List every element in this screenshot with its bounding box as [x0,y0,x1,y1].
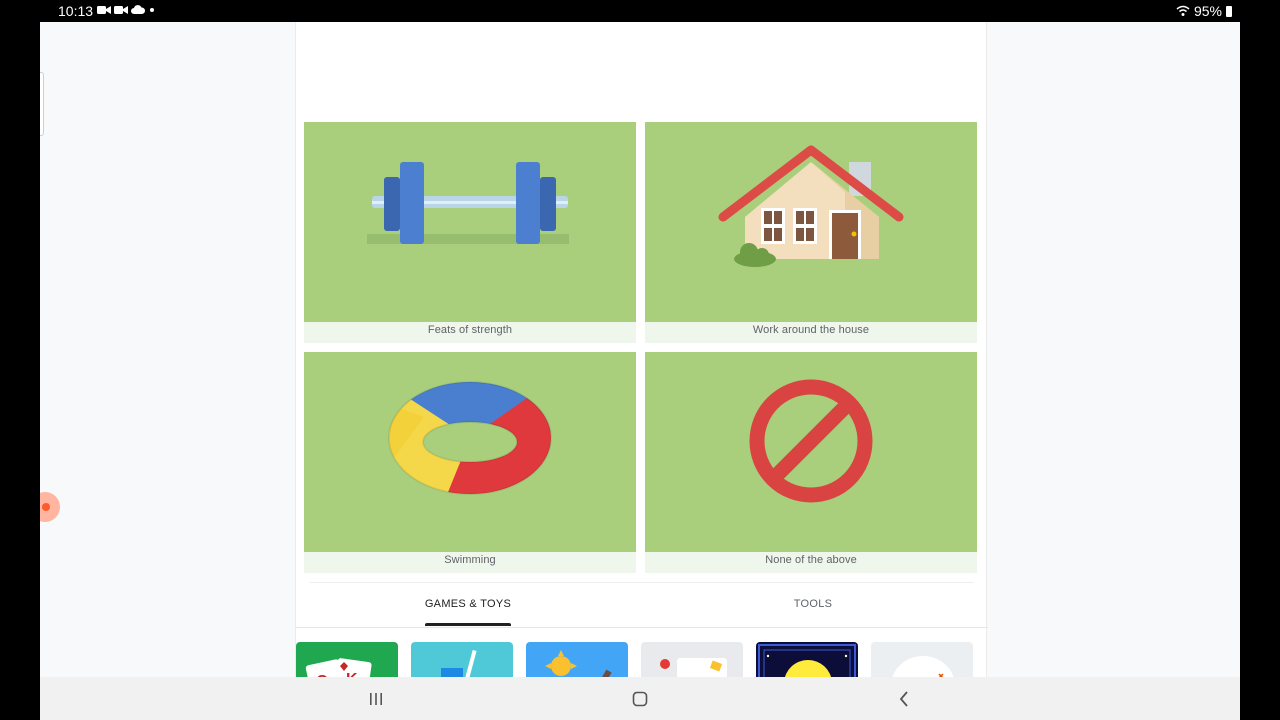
status-time: 10:13 [58,3,94,19]
app-content: Feats of strength Work around the house … [40,22,1240,677]
card-image [304,352,636,552]
option-label: Work around the house [752,324,870,336]
card-image [304,122,636,322]
paper-app-icon[interactable] [641,642,743,677]
video-icon [97,6,111,14]
option-label: Swimming [444,554,496,566]
screen: 10:13 95% Feats of strength Work around … [0,0,1280,720]
pac-man-app-icon[interactable] [756,642,858,677]
house-icon [718,145,904,267]
tab-selected-indicator [425,623,511,626]
card-image [645,352,977,552]
option-label: None of the above [765,554,857,566]
divider [296,627,988,628]
tab-games-toys[interactable]: GAMES & TOYS [406,582,530,628]
edge-panel-handle[interactable] [40,72,44,136]
swim-ring-icon [387,381,552,495]
dot-icon [150,8,154,12]
card-image [645,122,977,322]
video-icon [114,6,128,14]
misc-app-icon[interactable] [871,642,973,677]
navigation-bar [40,677,1240,720]
doodle-page: Feats of strength Work around the house … [295,22,988,677]
option-card-house[interactable]: Work around the house [645,122,977,343]
weather-game-app-icon[interactable] [526,642,628,677]
status-icons [97,4,156,16]
home-icon[interactable] [628,687,652,711]
option-label: Feats of strength [427,324,513,336]
screen-recorder-button[interactable] [40,492,60,522]
drink-app-icon[interactable] [411,642,513,677]
option-card-swimming[interactable]: Swimming [304,352,636,573]
back-icon[interactable] [892,687,916,711]
wifi-icon [1176,5,1190,16]
dumbbell-icon [367,162,569,244]
option-card-strength[interactable]: Feats of strength [304,122,636,343]
recent-apps-icon[interactable] [364,687,388,711]
status-bar: 10:13 95% [40,0,1240,22]
battery-icon [1226,5,1232,17]
battery-percent: 95% [1193,3,1222,19]
status-right: 95% [1176,3,1232,19]
tab-tools[interactable]: TOOLS [751,582,875,628]
cloud-icon [131,5,145,14]
solitaire-app-icon[interactable]: QK [296,642,398,677]
prohibited-icon [749,379,873,503]
option-card-none[interactable]: None of the above [645,352,977,573]
